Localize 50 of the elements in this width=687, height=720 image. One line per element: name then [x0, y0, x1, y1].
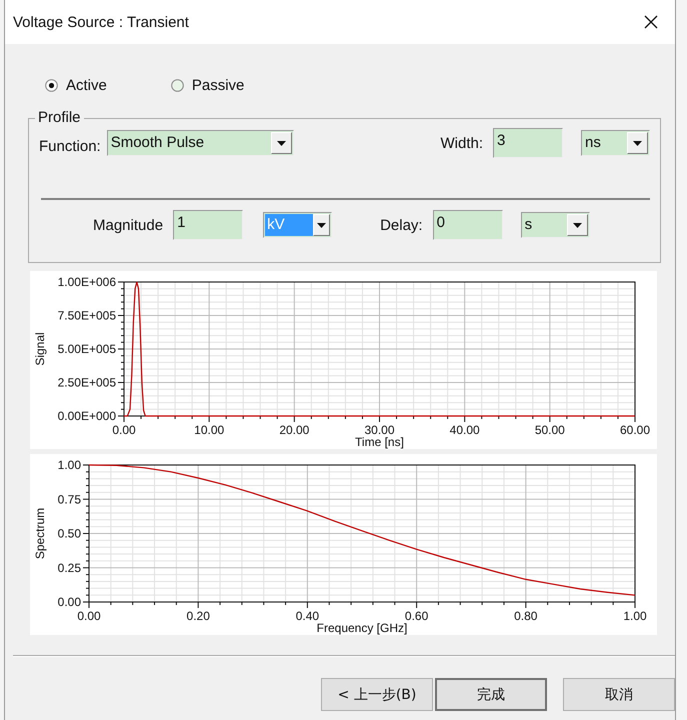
dialog-button[interactable]: 完成 [435, 678, 547, 711]
x-tick-label: 60.00 [620, 423, 650, 437]
radio-label: Active [66, 76, 107, 94]
function-dropdown[interactable]: Smooth Pulse [106, 130, 294, 156]
window-title: Voltage Source : Transient [13, 14, 189, 30]
x-tick-label: 0.00 [77, 609, 101, 623]
field-label: Function: [39, 138, 101, 154]
radio-label: Passive [192, 76, 244, 94]
y-axis-title: Signal [33, 332, 47, 366]
y-tick-label: 7.50E+005 [58, 308, 116, 322]
y-tick-label: 0.25 [58, 560, 81, 575]
x-tick-label: 30.00 [364, 423, 395, 437]
width-field[interactable]: 3 [493, 128, 563, 158]
x-tick-label: 0.00 [112, 423, 136, 437]
x-tick-label: 0.80 [514, 609, 538, 623]
y-axis-title: Spectrum [33, 508, 47, 560]
x-tick-label: 20.00 [279, 423, 310, 437]
y-tick-label: 0.50 [58, 526, 81, 540]
close-icon[interactable] [644, 15, 658, 29]
unit-dropdown[interactable]: ns [581, 130, 650, 156]
x-tick-label: 1.00 [623, 609, 647, 623]
field-label: Magnitude [93, 216, 164, 234]
radio-button[interactable] [45, 78, 58, 92]
y-tick-label: 1.00 [58, 458, 81, 472]
x-axis-title: Frequency [GHz] [316, 621, 408, 635]
dialog-button[interactable]: 取消 [563, 678, 675, 711]
y-tick-label: 2.50E+005 [58, 376, 116, 390]
x-tick-label: 50.00 [534, 423, 565, 437]
caret-icon [317, 222, 326, 228]
x-tick-label: 0.20 [186, 609, 210, 623]
field-label: Width: [440, 134, 483, 152]
magnitude-field[interactable]: 1 [173, 210, 244, 240]
caret-icon [572, 222, 582, 228]
y-tick-label: 5.00E+005 [58, 342, 116, 356]
dialog-button[interactable]: < 上一步(B) [321, 678, 433, 711]
caret-icon [633, 140, 642, 146]
radio-button[interactable] [170, 78, 184, 92]
caret-icon [276, 140, 286, 146]
field-label: Delay: [380, 216, 423, 234]
delay-field[interactable]: 0 [432, 210, 503, 240]
y-tick-label: 0.75 [58, 492, 81, 506]
y-tick-label: 1.00E+006 [58, 275, 116, 289]
x-tick-label: 0.60 [404, 609, 428, 623]
x-tick-label: 0.40 [296, 609, 320, 623]
x-tick-label: 10.00 [194, 423, 224, 437]
y-tick-label: 0.00E+000 [58, 409, 116, 423]
unit-dropdown[interactable]: s [520, 212, 590, 238]
y-tick-label: 0.00 [58, 595, 81, 609]
x-tick-label: 40.00 [450, 423, 480, 437]
x-axis-title: Time [ns] [355, 435, 404, 449]
